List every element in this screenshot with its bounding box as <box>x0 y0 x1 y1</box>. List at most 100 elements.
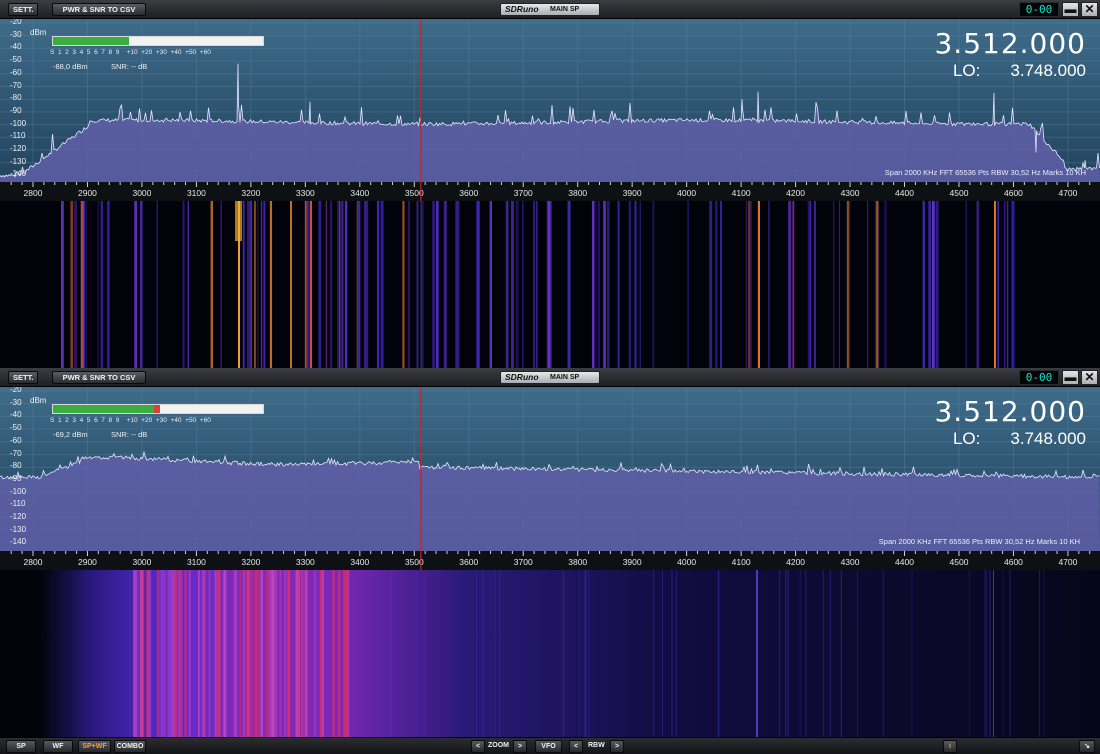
waterfall-signal <box>391 570 393 737</box>
vfo-button[interactable]: VFO <box>535 740 562 753</box>
settings-button[interactable]: SETT. <box>8 371 38 384</box>
waterfall-signal <box>639 201 641 368</box>
lo-readout[interactable]: LO: 3.748.000 <box>953 61 1086 81</box>
lo-value: 3.748.000 <box>1010 61 1086 80</box>
x-tick-label: 4600 <box>1004 188 1023 198</box>
waterfall-signal <box>257 201 259 368</box>
frequency-scale[interactable]: 2800 2900 3000 3100 3200 3300 3400 3500 3600 3700… <box>0 551 1100 570</box>
close-button[interactable]: ✕ <box>1081 2 1098 17</box>
waterfall-signal <box>256 570 260 737</box>
waterfall-signal <box>337 201 339 368</box>
waterfall-signal <box>994 201 996 368</box>
waterfall-signal <box>408 201 411 368</box>
waterfall-signal <box>415 570 417 737</box>
waterfall-signal <box>653 570 655 737</box>
waterfall-signal <box>356 201 359 368</box>
waterfall-signal <box>568 201 571 368</box>
close-button[interactable]: ✕ <box>1081 370 1098 385</box>
minimize-button[interactable]: ▬ <box>1062 2 1079 17</box>
y-tick-label: -130 <box>10 524 27 534</box>
waterfall-signal <box>548 201 550 368</box>
waterfall-signal <box>70 201 74 368</box>
waterfall-signal <box>198 570 200 737</box>
waterfall-signal <box>284 570 287 737</box>
waterfall-signal <box>922 201 924 368</box>
waterfall-signal <box>275 570 278 737</box>
waterfall-signal <box>381 201 384 368</box>
waterfall-signal <box>164 570 167 737</box>
waterfall-signal <box>989 570 991 737</box>
wf-button[interactable]: WF <box>43 740 73 753</box>
zoom-prev-button[interactable]: < <box>471 740 485 753</box>
snr-readout: SNR: -- dB <box>111 430 148 439</box>
waterfall-signal <box>456 201 460 368</box>
x-tick-label: 3700 <box>514 557 533 567</box>
waterfall-signal <box>788 201 792 368</box>
span-info: Span 2000 KHz FFT 65536 Pts RBW 30,52 Hz… <box>878 537 1080 546</box>
waterfall-display[interactable] <box>0 201 1100 368</box>
waterfall-signal <box>142 570 145 737</box>
waterfall-signal <box>628 201 632 368</box>
waterfall-signal <box>875 201 879 368</box>
waterfall-signal <box>80 201 84 368</box>
waterfall-signal <box>968 570 970 737</box>
waterfall-signal <box>506 201 509 368</box>
waterfall-signal <box>792 201 795 368</box>
channel-display[interactable]: 0-00 <box>1019 370 1059 385</box>
spectrum-fill <box>0 63 1100 182</box>
waterfall-signal <box>310 201 312 368</box>
waterfall-signal <box>882 570 884 737</box>
waterfall-signal <box>290 201 292 368</box>
waterfall-signal <box>511 201 514 368</box>
channel-display[interactable]: 0-00 <box>1019 2 1059 17</box>
waterfall-signal <box>261 570 263 737</box>
waterfall-signal <box>717 570 719 737</box>
waterfall-signal <box>260 201 263 368</box>
waterfall-signal <box>785 570 787 737</box>
spectrum-display[interactable]: dBm S 1 2 3 4 5 6 7 8 9 +10 +20 +30 +40 … <box>0 19 1100 182</box>
waterfall-signal <box>849 201 851 368</box>
pwr-snr-csv-button[interactable]: PWR & SNR TO CSV <box>52 371 146 384</box>
spectrum-panel-bottom: SETT. PWR & SNR TO CSV SDRuno MAIN SP 0-… <box>0 368 1100 737</box>
settings-button[interactable]: SETT. <box>8 3 38 16</box>
rbw-prev-button[interactable]: < <box>569 740 583 753</box>
waterfall-display[interactable] <box>0 570 1100 737</box>
sdruno-logo: SDRuno MAIN SP <box>500 371 600 384</box>
waterfall-signal <box>147 570 150 737</box>
waterfall-signal <box>265 570 269 737</box>
combo-button[interactable]: COMBO <box>114 740 146 753</box>
waterfall-signal <box>489 201 493 368</box>
waterfall-signal <box>588 570 590 737</box>
sp-button[interactable]: SP <box>6 740 36 753</box>
x-tick-label: 2800 <box>24 557 43 567</box>
frequency-readout[interactable]: 3.512.000 <box>934 395 1086 428</box>
waterfall-signal <box>184 570 187 737</box>
x-tick-label: 2900 <box>78 557 97 567</box>
y-tick-label: -30 <box>10 29 22 39</box>
waterfall-signal <box>345 201 348 368</box>
x-tick-label: 4700 <box>1058 188 1077 198</box>
rbw-next-button[interactable]: > <box>610 740 624 753</box>
waterfall-signal <box>1006 201 1009 368</box>
waterfall-signal <box>239 570 242 737</box>
mode-label: MAIN SP <box>550 6 580 13</box>
minimize-button[interactable]: ▬ <box>1062 370 1079 385</box>
sp-wf-button[interactable]: SP+WF <box>78 740 111 753</box>
x-tick-label: 2900 <box>78 188 97 198</box>
info-button[interactable]: i <box>943 740 957 753</box>
waterfall-signal <box>337 570 341 737</box>
lo-readout[interactable]: LO: 3.748.000 <box>953 429 1086 449</box>
dbm-readout: -69,2 dBm <box>53 430 88 439</box>
spectrum-display[interactable]: dBm S 1 2 3 4 5 6 7 8 9 +10 +20 +30 +40 … <box>0 387 1100 551</box>
frequency-readout[interactable]: 3.512.000 <box>934 27 1086 60</box>
waterfall-signal <box>585 570 587 737</box>
zoom-next-button[interactable]: > <box>513 740 527 753</box>
waterfall-signal <box>60 201 64 368</box>
waterfall-signal <box>482 570 484 737</box>
waterfall-signal <box>100 201 104 368</box>
pwr-snr-csv-button[interactable]: PWR & SNR TO CSV <box>52 3 146 16</box>
resize-grip-icon[interactable]: ↘ <box>1079 740 1095 753</box>
y-tick-label: -140 <box>10 169 27 179</box>
frequency-scale[interactable]: 2800 2900 3000 3100 3200 3300 3400 3500 3600 3700… <box>0 182 1100 201</box>
waterfall-signal <box>779 570 781 737</box>
